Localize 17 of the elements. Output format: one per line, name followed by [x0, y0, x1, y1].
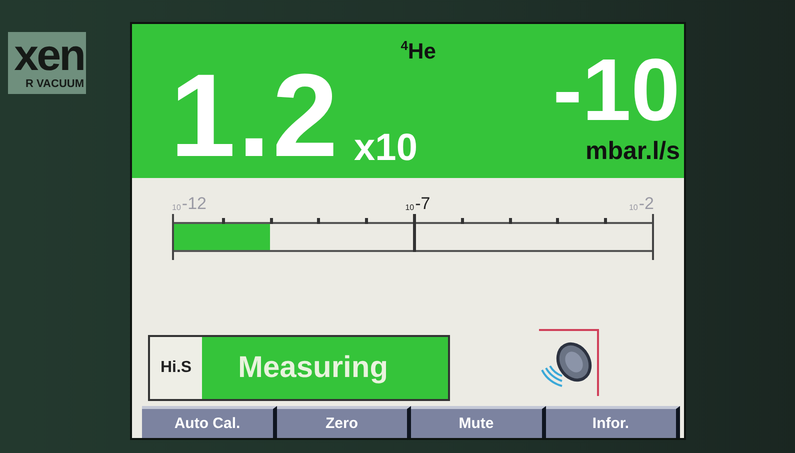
softkey-button[interactable]: Mute — [411, 406, 546, 438]
scale-label: 10-2 — [628, 194, 654, 214]
status-label: Measuring — [236, 350, 390, 386]
softkey-button[interactable]: Auto Cal. — [142, 406, 276, 438]
mode-label: Hi.S — [150, 337, 202, 399]
leak-rate-mantissa: 1.2 — [170, 66, 340, 166]
unit-label: mbar.l/s — [586, 137, 680, 166]
speaker-icon — [538, 328, 600, 398]
leak-rate-exponent: -10 — [552, 47, 680, 133]
softkey-button[interactable]: Zero — [276, 406, 411, 438]
scale-label: 10-7 — [405, 194, 430, 214]
brand-tagline: R VACUUM — [26, 78, 84, 90]
gas-label: $^{4}$He — [400, 38, 436, 64]
brand-logo: xen — [14, 36, 84, 76]
multiplier-label: x10 — [354, 130, 418, 166]
scale-label: 10-12 — [172, 194, 206, 214]
softkey-button[interactable]: Infor. — [546, 406, 680, 438]
